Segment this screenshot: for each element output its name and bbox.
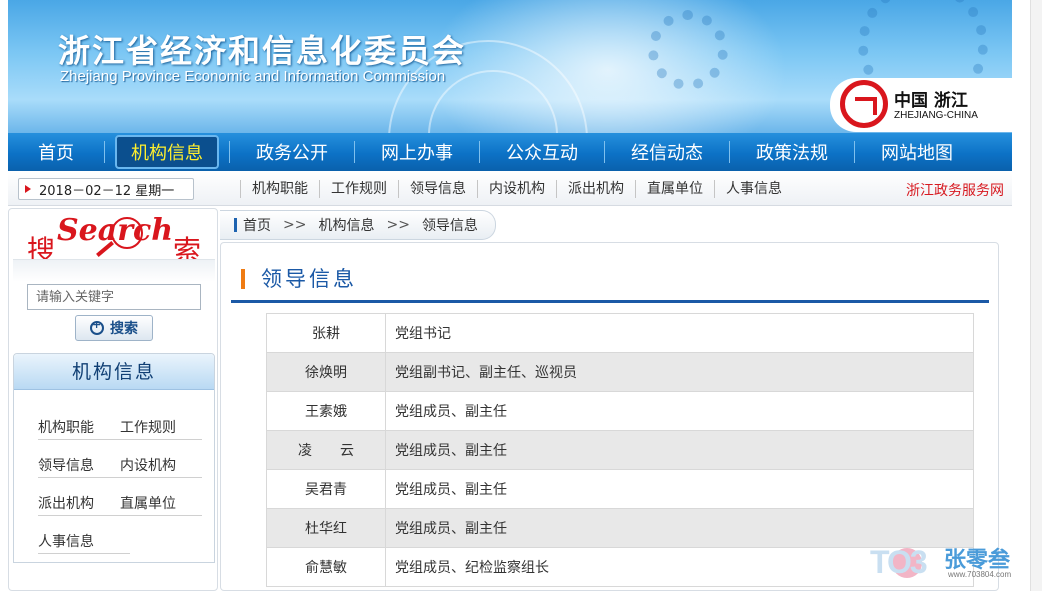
watermark-url: www.703804.com: [948, 570, 1012, 579]
nav-item-2[interactable]: 政务公开: [230, 133, 354, 171]
page-title: 领导信息: [261, 267, 357, 291]
leader-name: 徐焕明: [266, 352, 386, 392]
main-nav: 首页 机构信息 政务公开 网上办事 公众互动 经信动态 政策法规 网站地图: [8, 133, 1012, 171]
org-link[interactable]: 领导信息: [38, 455, 120, 478]
logo-text-en: ZHEJIANG-CHINA: [894, 110, 978, 121]
leaders-table: 张耕 党组书记 徐焕明 党组副书记、副主任、巡视员 王素娥 党组成员、副主任凌 云党组成员…: [266, 313, 974, 587]
zhejiang-logo-icon: [840, 80, 888, 128]
title-marker: [241, 269, 245, 289]
org-link-row: 机构职能 工作规则: [38, 402, 202, 440]
nav-item-label: 首页: [38, 143, 74, 164]
table-row: 俞慧敏 党组成员、纪检监察组长: [266, 547, 974, 587]
nav-item-label: 经信动态: [631, 143, 703, 164]
leader-position: 党组成员、副主任: [385, 430, 974, 470]
search-button-label: 搜索: [110, 321, 138, 337]
service-link[interactable]: 浙江政务服务网: [906, 180, 1004, 200]
org-link[interactable]: 直属单位: [120, 493, 202, 516]
magnifier-icon: [111, 217, 143, 249]
nav-item-4[interactable]: 公众互动: [480, 133, 604, 171]
date-display: 2018－02－12 星期一: [18, 178, 194, 200]
site-title: 浙江省经济和信息化委员会: [58, 32, 467, 70]
breadcrumb: 首页 >> 机构信息 >> 领导信息: [220, 210, 496, 240]
nav-item-0[interactable]: 首页: [8, 133, 104, 171]
nav-item-6[interactable]: 政策法规: [730, 133, 854, 171]
logo-text-cn: 中国 浙江: [894, 91, 968, 111]
nav-item-3[interactable]: 网上办事: [355, 133, 479, 171]
breadcrumb-current[interactable]: 领导信息: [422, 215, 478, 235]
sub-link[interactable]: 派出机构: [556, 180, 635, 198]
breadcrumb-org-info[interactable]: 机构信息: [318, 215, 374, 235]
search-button[interactable]: 搜索: [75, 315, 153, 341]
org-info-panel: 机构信息 机构职能 工作规则 领导信息 内设机构 派出机构 直属单位 人事信息: [13, 353, 215, 563]
nav-item-label: 政务公开: [256, 143, 328, 164]
breadcrumb-home[interactable]: 首页: [243, 215, 271, 235]
left-sidebar: 搜 Search 索 搜索 机构信息 机构职能工作规则领导信息内设机构派出机构直…: [8, 208, 218, 591]
table-row: 王素娥 党组成员、副主任: [266, 391, 974, 431]
zhejiang-china-logo[interactable]: 中国 浙江 ZHEJIANG-CHINA: [830, 78, 1012, 132]
nav-item-label: 网站地图: [881, 143, 953, 164]
nav-item-5[interactable]: 经信动态: [605, 133, 729, 171]
sub-link[interactable]: 人事信息: [714, 180, 793, 198]
content-panel: 领导信息 张耕 党组书记 徐焕明 党组副书记、副主任、巡视员 王素娥 党组成员、副主任凌 …: [220, 242, 999, 591]
org-info-list: 机构职能 工作规则 领导信息 内设机构 派出机构 直属单位 人事信息: [14, 390, 214, 554]
table-row: 吴君青 党组成员、副主任: [266, 469, 974, 509]
leader-position: 党组副书记、副主任、巡视员: [385, 352, 974, 392]
org-link-row: 人事信息: [38, 516, 202, 554]
header-banner: 浙江省经济和信息化委员会 Zhejiang Province Economic …: [8, 0, 1012, 133]
table-row: 张耕 党组书记: [266, 313, 974, 353]
org-link[interactable]: 机构职能: [38, 417, 120, 440]
org-link[interactable]: 人事信息: [38, 531, 130, 554]
leader-position: 党组书记: [385, 313, 974, 353]
nav-item-7[interactable]: 网站地图: [855, 133, 979, 171]
watermark-logo: TO3 张零叁 www.703804.com: [870, 542, 1030, 584]
nav-item-label: 网上办事: [381, 143, 453, 164]
org-link[interactable]: 内设机构: [120, 455, 202, 478]
sub-link[interactable]: 机构职能: [240, 180, 319, 198]
org-link-row: 派出机构 直属单位: [38, 478, 202, 516]
nav-item-label: 公众互动: [506, 143, 578, 164]
table-row: 杜华红 党组成员、副主任: [266, 508, 974, 548]
red-arrow-icon: [25, 185, 31, 193]
breadcrumb-marker: [234, 218, 237, 232]
breadcrumb-separator: >>: [283, 217, 307, 233]
sub-link[interactable]: 工作规则: [319, 180, 398, 198]
leader-name: 吴君青: [266, 469, 386, 509]
search-input[interactable]: [27, 284, 201, 310]
nav-item-1[interactable]: 机构信息: [105, 133, 229, 171]
zoom-in-icon: [90, 318, 104, 335]
leader-name: 凌 云: [266, 430, 386, 470]
leader-position: 党组成员、副主任: [385, 469, 974, 509]
leader-name: 张耕: [266, 313, 386, 353]
leader-position: 党组成员、副主任: [385, 391, 974, 431]
leader-name: 俞慧敏: [266, 547, 386, 587]
org-link[interactable]: 派出机构: [38, 493, 120, 516]
content-header: 领导信息: [231, 257, 989, 303]
nav-item-label: 机构信息: [115, 135, 219, 169]
watermark-text: TO3: [870, 544, 928, 580]
search-panel: 搜索: [13, 259, 215, 351]
org-link-row: 领导信息 内设机构: [38, 440, 202, 478]
org-link[interactable]: 工作规则: [120, 417, 202, 440]
sub-link[interactable]: 领导信息: [398, 180, 477, 198]
sub-links: 机构职能 工作规则 领导信息 内设机构 派出机构 直属单位 人事信息: [240, 180, 793, 198]
date-text: 2018－02－12 星期一: [39, 183, 175, 199]
table-row: 凌 云党组成员、副主任: [266, 430, 974, 470]
site-title-english: Zhejiang Province Economic and Informati…: [60, 68, 446, 85]
page-edge: [1030, 0, 1042, 591]
breadcrumb-separator: >>: [386, 217, 410, 233]
sub-bar: 2018－02－12 星期一 机构职能 工作规则 领导信息 内设机构 派出机构 直属单位人…: [8, 171, 1012, 206]
sub-link[interactable]: 直属单位: [635, 180, 714, 198]
leader-name: 王素娥: [266, 391, 386, 431]
org-info-title: 机构信息: [14, 354, 214, 390]
banner-gear-small: [648, 10, 728, 90]
sub-link[interactable]: 内设机构: [477, 180, 556, 198]
leader-name: 杜华红: [266, 508, 386, 548]
nav-item-label: 政策法规: [756, 143, 828, 164]
table-row: 徐焕明 党组副书记、副主任、巡视员: [266, 352, 974, 392]
